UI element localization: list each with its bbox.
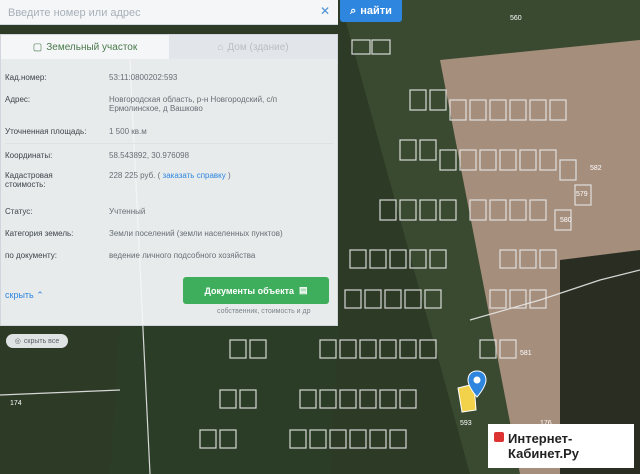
search-input[interactable]	[6, 3, 332, 23]
address-line-2: Ермолинское, д Вашково	[109, 104, 203, 113]
map-label-579: 579	[576, 191, 588, 198]
location-pin-icon[interactable]	[467, 370, 487, 398]
hide-panel-label: скрыть	[5, 290, 34, 300]
brand-line-1: Интернет-	[508, 431, 573, 446]
status-label: Статус:	[5, 207, 33, 216]
tab-building-label: Дом (здание)	[227, 41, 289, 53]
cost-label: Кадастровая стоимость:	[5, 171, 105, 189]
tab-building[interactable]: ⌂ Дом (здание)	[169, 35, 337, 59]
address-line-1: Новгородская область, р-н Новгородский, …	[109, 95, 278, 104]
cost-label-line-1: Кадастровая	[5, 171, 53, 180]
map-label-582: 582	[590, 165, 602, 172]
map-label-174: 174	[10, 400, 22, 407]
brand-mark-icon	[494, 432, 504, 442]
hide-all-label: скрыть все	[23, 337, 60, 345]
docs-button-label: Документы объекта	[204, 285, 294, 296]
hide-panel-link[interactable]: скрыть ⌃	[5, 290, 44, 301]
search-bar: ✕	[0, 0, 338, 25]
area-label: Уточненная площадь:	[5, 127, 87, 136]
address-value: Новгородская область, р-н Новгородский, …	[109, 95, 331, 113]
cad-number-value: 53:11:0800202:593	[109, 73, 178, 82]
map-label-560: 560	[510, 15, 522, 22]
category-value: Земли поселений (земли населенных пункто…	[109, 229, 283, 238]
cost-value-wrap: 228 225 руб. ( заказать справку )	[109, 171, 331, 180]
search-icon: ⌕	[350, 4, 357, 17]
cost-label-line-2: стоимость:	[5, 180, 46, 189]
panel-tabs: ▢ Земельный участок ⌂ Дом (здание)	[1, 35, 337, 59]
tab-land-plot[interactable]: ▢ Земельный участок	[1, 35, 169, 59]
coords-value: 58.543892, 30.976098	[109, 151, 190, 160]
search-button-label: найти	[360, 5, 392, 17]
land-plot-icon: ▢	[32, 41, 43, 53]
parcel-info-panel: ▢ Земельный участок ⌂ Дом (здание) Кад.н…	[0, 34, 338, 326]
usage-value: ведение личного подсобного хозяйства	[109, 251, 256, 260]
search-clear-icon[interactable]: ✕	[320, 4, 332, 18]
category-label: Категория земель:	[5, 229, 74, 238]
map-label-593: 593	[460, 420, 472, 427]
object-documents-button[interactable]: Документы объекта ▤	[183, 277, 329, 304]
search-button[interactable]: ⌕ найти	[340, 0, 402, 22]
document-icon: ▤	[299, 285, 308, 295]
coords-label: Координаты:	[5, 151, 53, 160]
chevron-up-icon: ⌃	[36, 290, 44, 300]
cost-open-paren: (	[157, 171, 161, 180]
status-value: Учтенный	[109, 207, 146, 216]
hide-all-button[interactable]: ◎ скрыть все	[6, 334, 68, 348]
order-certificate-link[interactable]: заказать справку	[163, 171, 226, 180]
area-value: 1 500 кв.м	[109, 127, 147, 136]
cad-number-label: Кад.номер:	[5, 73, 47, 82]
watermark-logo: Интернет- Кабинет.Ру	[488, 424, 634, 468]
tab-land-plot-label: Земельный участок	[46, 41, 138, 53]
cost-value: 228 225 руб.	[109, 171, 156, 180]
brand-line-2: Кабинет.Ру	[508, 446, 579, 461]
address-label: Адрес:	[5, 95, 31, 104]
map-label-581: 581	[520, 350, 532, 357]
map-label-580: 580	[560, 217, 572, 224]
divider	[5, 143, 333, 144]
building-icon: ⌂	[217, 41, 224, 53]
hide-all-icon: ◎	[14, 338, 21, 345]
usage-label: по документу:	[5, 251, 57, 260]
cost-close-paren: )	[228, 171, 231, 180]
docs-note: собственник, стоимость и др	[217, 308, 311, 315]
